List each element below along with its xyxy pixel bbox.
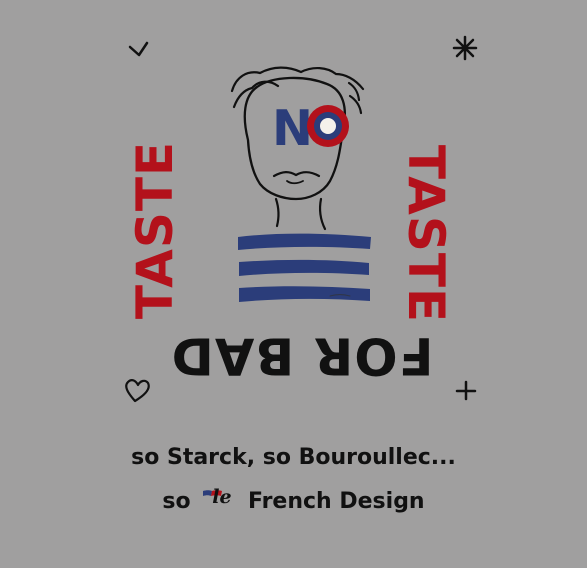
- caption-line-2-suffix: French Design: [247, 489, 425, 514]
- le-logo: le: [202, 487, 238, 509]
- plus-icon: [455, 380, 477, 401]
- taste-left-text: TASTE: [126, 140, 184, 320]
- heart-icon: [125, 379, 150, 403]
- poster: TASTE TASTE FOR BAD N O so Starck, so Bo…: [0, 0, 587, 568]
- poster-illustration: [125, 35, 478, 403]
- star-icon: [452, 35, 478, 61]
- no-letter-o: O: [307, 105, 349, 147]
- no-logo: N O: [272, 104, 349, 153]
- caption-line-1: so Starck, so Bouroullec...: [131, 445, 456, 470]
- check-mark-icon: [128, 41, 149, 57]
- caption-line-2-prefix: so: [162, 489, 191, 514]
- striped-shirt: [238, 233, 371, 302]
- le-logo-text: le: [212, 486, 232, 508]
- for-bad-text: FOR BAD: [170, 325, 434, 385]
- taste-right-text: TASTE: [397, 144, 455, 324]
- caption-line-2: so le French Design: [0, 487, 587, 513]
